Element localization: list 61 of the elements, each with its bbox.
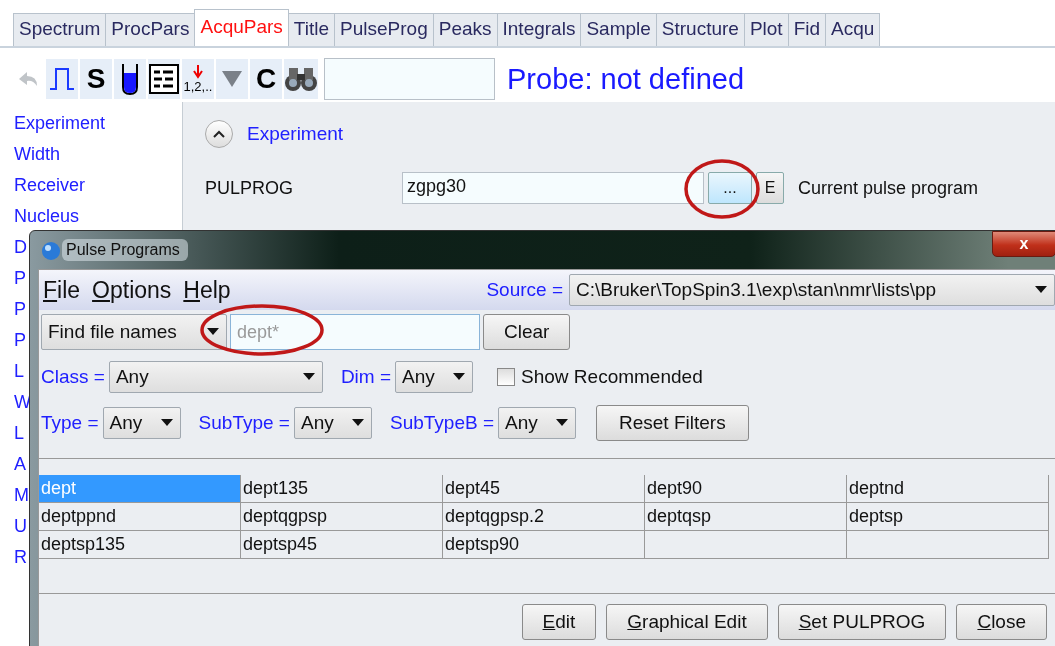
toolbar-letter: S <box>86 63 106 95</box>
file-cell[interactable]: deptsp90 <box>443 531 645 559</box>
filter-select[interactable]: Any <box>395 361 474 393</box>
filter-select[interactable]: Any <box>108 361 323 393</box>
dialog-button[interactable]: Set PULPROG <box>777 604 947 640</box>
source-select[interactable]: C:\Bruker\TopSpin3.1\exp\stan\nmr\lists\pp <box>569 274 1055 306</box>
filter-label: SubTypeB = <box>389 412 494 434</box>
filter-label: Class = <box>41 366 105 388</box>
file-cell[interactable]: dept45 <box>443 475 645 503</box>
menu-item[interactable]: Help <box>183 276 231 304</box>
file-cell[interactable]: deptqsp <box>645 503 847 531</box>
file-cell[interactable]: deptsp135 <box>39 531 241 559</box>
toolbar-button[interactable]: S <box>80 59 112 99</box>
clear-button[interactable]: Clear <box>483 314 571 350</box>
dialog-button[interactable]: Graphical Edit <box>606 604 768 640</box>
tab[interactable]: ProcPars <box>105 13 196 46</box>
source-label: Source = <box>486 279 563 301</box>
checkbox-label: Show Recommended <box>521 366 703 388</box>
filter-select[interactable]: Any <box>293 407 372 439</box>
filter-select[interactable]: Any <box>102 407 181 439</box>
filter-label: Dim = <box>340 366 392 388</box>
file-cell[interactable]: deptqgpsp.2 <box>443 503 645 531</box>
file-cell[interactable]: dept90 <box>645 475 847 503</box>
parameter-field[interactable]: zgpg30 <box>402 172 704 204</box>
tab[interactable]: Sample <box>580 13 657 46</box>
dialog-button[interactable]: Edit <box>521 604 597 640</box>
filter-label: Type = <box>41 412 99 434</box>
menu-item[interactable]: File <box>43 276 81 304</box>
filter-select[interactable]: Any <box>498 407 576 439</box>
tab[interactable]: Title <box>287 13 336 46</box>
menu-item[interactable]: Options <box>92 276 172 304</box>
sidebar-link[interactable]: Experiment <box>14 108 182 139</box>
sidebar-link[interactable]: Receiver <box>14 170 182 201</box>
tab[interactable]: Structure <box>655 13 745 46</box>
pulse-editor-button[interactable]: E <box>756 172 784 204</box>
file-cell[interactable]: deptsp <box>847 503 1049 531</box>
tab[interactable]: Spectrum <box>13 13 107 46</box>
parameter-name: PULPROG <box>205 177 295 199</box>
file-cell[interactable]: dept135 <box>241 475 443 503</box>
dialog-title: Pulse Programs <box>62 239 188 261</box>
window-close-button[interactable]: x <box>992 231 1055 257</box>
file-cell[interactable]: deptnd <box>847 475 1049 503</box>
tab[interactable]: Plot <box>743 13 789 46</box>
sidebar-link[interactable]: Width <box>14 139 182 170</box>
file-cell[interactable]: deptppnd <box>39 503 241 531</box>
section-title: Experiment <box>247 123 344 145</box>
search-mode-select[interactable]: Find file names <box>41 314 227 350</box>
tab[interactable]: Acqu <box>825 13 881 46</box>
file-cell[interactable]: deptsp45 <box>241 531 443 559</box>
probe-status: Probe: not defined <box>507 62 744 96</box>
parameter-description: Current pulse program <box>798 177 979 199</box>
tab[interactable]: Integrals <box>496 13 582 46</box>
filter-label: SubType = <box>198 412 290 434</box>
tab[interactable]: PulseProg <box>334 13 434 46</box>
tab[interactable]: Peaks <box>432 13 498 46</box>
file-cell[interactable]: deptqgpsp <box>241 503 443 531</box>
dialog-button[interactable]: Close <box>956 604 1047 640</box>
search-field[interactable]: dept* <box>230 314 480 350</box>
browse-button[interactable]: ... <box>708 172 752 204</box>
reset-filters-button[interactable]: Reset Filters <box>596 405 749 441</box>
sidebar-link[interactable]: Nucleus <box>14 201 182 232</box>
